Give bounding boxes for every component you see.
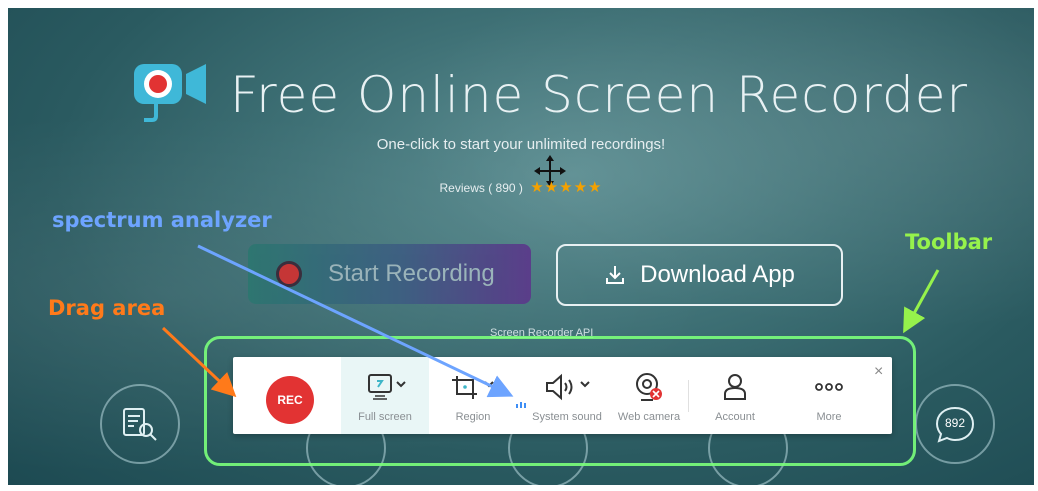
spectrum-arrow xyxy=(197,244,514,398)
drag-arrow xyxy=(161,326,237,398)
toolbar-arrow xyxy=(903,269,940,334)
annotation-arrows xyxy=(161,244,940,398)
page-background: Free Online Screen Recorder One-click to… xyxy=(8,8,1034,485)
